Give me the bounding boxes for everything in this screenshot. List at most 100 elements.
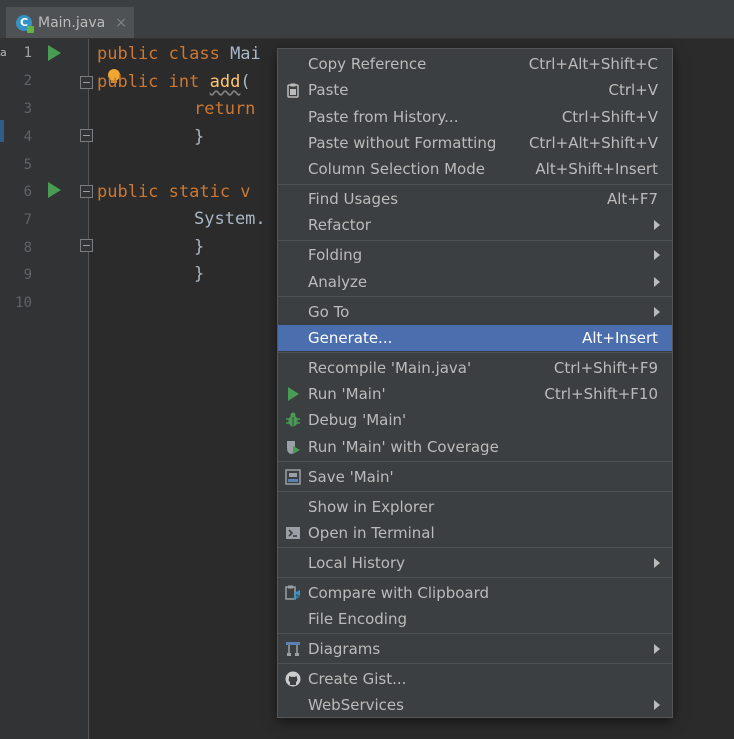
github-icon (285, 671, 301, 687)
keyword: return (194, 99, 256, 119)
menu-item-label: Save 'Main' (308, 468, 394, 486)
run-icon (288, 387, 299, 401)
menu-item-label: Copy Reference (308, 55, 427, 73)
line-number: 7 (23, 212, 32, 228)
menu-item-paste[interactable]: Paste Ctrl+V (278, 77, 672, 103)
menu-item-label: Paste from History... (308, 108, 459, 126)
run-icon[interactable] (48, 45, 61, 61)
menu-item-go-to[interactable]: Go To (278, 299, 672, 325)
keyword: public static v (97, 182, 251, 202)
menu-item-webservices[interactable]: WebServices (278, 692, 672, 718)
menu-item-label: Show in Explorer (308, 498, 435, 516)
menu-item-label: Recompile 'Main.java' (308, 359, 472, 377)
menu-item-column-selection-mode[interactable]: Column Selection Mode Alt+Shift+Insert (278, 156, 672, 182)
brace: } (194, 264, 205, 284)
class-name: Mai (230, 44, 261, 64)
menu-item-open-in-terminal[interactable]: Open in Terminal (278, 520, 672, 546)
line-number: 9 (23, 267, 32, 283)
menu-separator (278, 491, 672, 492)
menu-separator (278, 633, 672, 634)
submenu-arrow-icon (654, 700, 660, 710)
fold-icon[interactable] (80, 76, 93, 89)
line-number: 6 (23, 184, 32, 200)
menu-item-folding[interactable]: Folding (278, 242, 672, 268)
menu-item-shortcut: Alt+Insert (582, 329, 658, 347)
brace: } (194, 237, 205, 257)
terminal-icon (286, 527, 300, 539)
compare-icon (285, 585, 300, 600)
menu-item-analyze[interactable]: Analyze (278, 269, 672, 295)
menu-item-file-encoding[interactable]: File Encoding (278, 606, 672, 632)
keyword: public int (97, 72, 210, 92)
menu-item-label: Analyze (308, 273, 368, 291)
menu-item-label: Paste (308, 81, 349, 99)
menu-item-diagrams[interactable]: Diagrams (278, 636, 672, 662)
menu-item-paste-from-history[interactable]: Paste from History... Ctrl+Shift+V (278, 104, 672, 130)
run-icon[interactable] (48, 182, 61, 198)
menu-separator (278, 296, 672, 297)
menu-item-generate[interactable]: Generate... Alt+Insert (278, 325, 672, 351)
menu-item-label: Local History (308, 554, 406, 572)
fold-icon[interactable] (80, 185, 93, 198)
menu-item-save[interactable]: Save 'Main' (278, 464, 672, 490)
menu-item-find-usages[interactable]: Find Usages Alt+F7 (278, 186, 672, 212)
menu-item-copy-reference[interactable]: Copy Reference Ctrl+Alt+Shift+C (278, 51, 672, 77)
menu-separator (278, 577, 672, 578)
menu-separator (278, 184, 672, 185)
menu-separator (278, 240, 672, 241)
menu-item-label: Run 'Main' with Coverage (308, 438, 499, 456)
code-line-9: } (194, 264, 204, 284)
menu-item-recompile[interactable]: Recompile 'Main.java' Ctrl+Shift+F9 (278, 355, 672, 381)
submenu-arrow-icon (654, 250, 660, 260)
code-editor[interactable]: public class Mai public int add( return … (0, 0, 266, 284)
keyword: public class (97, 44, 231, 64)
code-line-3: return (194, 99, 255, 119)
menu-separator (278, 352, 672, 353)
fold-icon[interactable] (80, 239, 93, 252)
method-name: add (209, 72, 241, 92)
statement: System. (194, 209, 266, 229)
menu-separator (278, 461, 672, 462)
submenu-arrow-icon (654, 220, 660, 230)
menu-item-run-with-coverage[interactable]: Run 'Main' with Coverage (278, 434, 672, 460)
menu-item-paste-without-formatting[interactable]: Paste without Formatting Ctrl+Alt+Shift+… (278, 130, 672, 156)
menu-item-show-in-explorer[interactable]: Show in Explorer (278, 494, 672, 520)
menu-item-shortcut: Ctrl+Shift+V (561, 108, 658, 126)
menu-item-label: Refactor (308, 216, 371, 234)
tab-main-java[interactable]: C Main.java × (6, 7, 134, 38)
menu-item-label: Open in Terminal (308, 524, 435, 542)
menu-item-shortcut: Ctrl+Alt+Shift+V (528, 134, 658, 152)
menu-item-shortcut: Ctrl+Shift+F9 (553, 359, 658, 377)
menu-item-label: Paste without Formatting (308, 134, 497, 152)
brace: } (194, 127, 205, 147)
menu-item-label: WebServices (308, 696, 404, 714)
diagram-icon (286, 642, 300, 656)
code-line-7: System. (194, 209, 266, 229)
menu-item-shortcut: Ctrl+Alt+Shift+C (528, 55, 658, 73)
menu-separator (278, 547, 672, 548)
menu-item-compare-with-clipboard[interactable]: Compare with Clipboard (278, 580, 672, 606)
menu-separator (278, 663, 672, 664)
menu-item-label: Debug 'Main' (308, 411, 407, 429)
code-line-8: } (194, 237, 204, 257)
menu-item-label: Create Gist... (308, 670, 407, 688)
paste-icon (287, 83, 299, 98)
line-number: 8 (23, 240, 32, 256)
menu-item-label: File Encoding (308, 610, 407, 628)
submenu-arrow-icon (654, 644, 660, 654)
menu-item-debug[interactable]: Debug 'Main' (278, 407, 672, 433)
fold-icon[interactable] (80, 129, 93, 142)
menu-item-label: Run 'Main' (308, 385, 386, 403)
menu-item-create-gist[interactable]: Create Gist... (278, 666, 672, 692)
menu-item-label: Compare with Clipboard (308, 584, 490, 602)
code-line-4: } (194, 127, 204, 147)
menu-item-label: Diagrams (308, 640, 381, 658)
menu-item-refactor[interactable]: Refactor (278, 212, 672, 238)
line-number: 10 (15, 295, 32, 311)
close-icon[interactable]: × (115, 15, 127, 31)
menu-item-label: Go To (308, 303, 350, 321)
menu-item-local-history[interactable]: Local History (278, 550, 672, 576)
menu-item-run[interactable]: Run 'Main' Ctrl+Shift+F10 (278, 381, 672, 407)
code-line-6: public static v (97, 182, 251, 202)
tab-title: Main.java (38, 14, 106, 31)
